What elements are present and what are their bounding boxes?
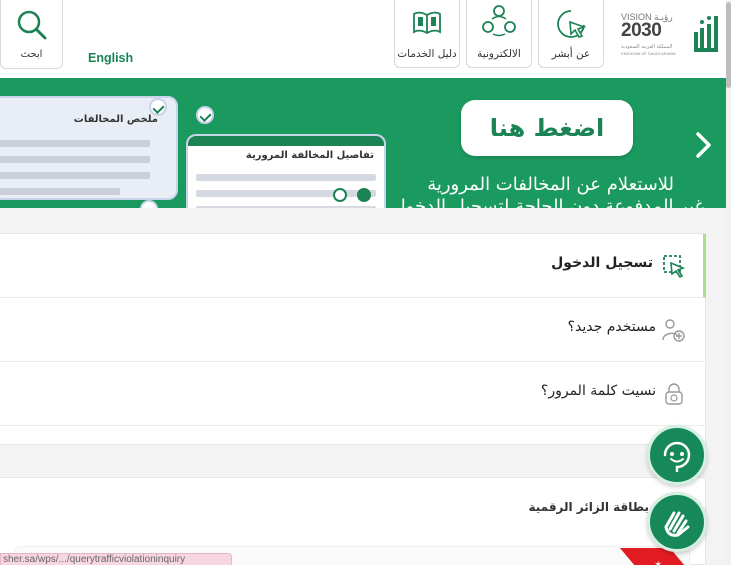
check-icon xyxy=(196,106,214,124)
check-icon xyxy=(140,200,158,208)
vision-logo-line3: المملكة العربية السعودية xyxy=(621,44,673,50)
lock-icon xyxy=(665,383,683,405)
vision-logo-line2: 2030 xyxy=(621,20,662,41)
nav-about-absher-label: عن أبشر xyxy=(551,48,591,60)
card-b-row xyxy=(196,190,376,197)
banner-headline-line2: غير المدفوعة دون الحاجة لتسجيل الدخول xyxy=(392,196,704,208)
site-header: ابحث English دليل الخدمات الالكترونية عن… xyxy=(0,0,731,78)
check-icon xyxy=(149,98,167,116)
card-a-row xyxy=(0,156,150,163)
vision-logo-line4: KINGDOM OF SAUDI ARABIA xyxy=(621,51,676,56)
card-b-title: تفاصيل المخالفة المرورية xyxy=(245,150,374,161)
language-switch-link[interactable]: English xyxy=(88,51,133,65)
login-item-signin-label: تسجيل الدخول xyxy=(551,255,653,271)
search-button[interactable]: ابحث xyxy=(0,0,63,69)
sign-language-icon xyxy=(664,511,690,537)
card-b-row xyxy=(196,206,376,208)
login-item-forgot-password[interactable]: نسيت كلمة المرور؟ xyxy=(0,362,706,426)
banner-headline-line1: للاستعلام عن المخالفات المرورية xyxy=(427,174,674,195)
login-item-signin[interactable]: تسجيل الدخول xyxy=(0,234,706,298)
sign-language-button[interactable] xyxy=(647,492,707,552)
chat-support-button[interactable] xyxy=(647,425,707,485)
scrollbar-thumb[interactable] xyxy=(726,2,731,88)
promo-banner: ملخص المخالفات تفاصيل المخالفة المرورية … xyxy=(0,78,726,208)
card-a-row xyxy=(0,140,150,147)
login-item-new-user-label: مستخدم جديد؟ xyxy=(567,319,656,335)
login-options-panel: تسجيل الدخول مستخدم جديد؟ نسيت كلمة المر… xyxy=(0,233,706,445)
status-bar-url: sher.sa/wps/.../querytrafficviolationinq… xyxy=(0,553,232,565)
new-user-icon xyxy=(662,319,685,342)
card-b-row xyxy=(196,174,376,181)
login-item-forgot-password-label: نسيت كلمة المرور؟ xyxy=(540,383,656,399)
nav-services-guide[interactable]: دليل الخدمات xyxy=(394,0,460,68)
card-a-row xyxy=(0,172,150,179)
card-a-row xyxy=(0,188,120,195)
click-here-button[interactable]: اضغط هنا xyxy=(461,100,633,156)
digital-visitor-card-title: بطاقة الزائر الرقمية xyxy=(528,500,649,514)
book-icon xyxy=(413,11,441,35)
login-item-new-user[interactable]: مستخدم جديد؟ xyxy=(0,298,706,362)
login-cursor-icon xyxy=(663,255,686,278)
vision-2030-logo: VISION رؤيـة 2030 المملكة العربية السعود… xyxy=(621,12,681,56)
cursor-pointer-icon xyxy=(557,10,587,38)
carousel-dot[interactable] xyxy=(333,188,347,202)
ribbon-star-icon: ✶ xyxy=(654,560,662,565)
chat-support-icon xyxy=(663,441,691,472)
nav-services-guide-label: دليل الخدمات xyxy=(397,48,457,60)
search-label: ابحث xyxy=(20,49,43,60)
chevron-right-icon[interactable] xyxy=(690,130,716,160)
nav-e-services[interactable]: الالكترونية xyxy=(466,0,532,68)
card-b-topbar xyxy=(188,136,384,146)
share-network-icon xyxy=(482,5,516,37)
digital-visitor-card-panel: بطاقة الزائر الرقمية ✶ xyxy=(0,477,706,565)
page-scrollbar[interactable] xyxy=(726,0,731,565)
card-a-title: ملخص المخالفات xyxy=(73,114,158,125)
nav-e-services-label: الالكترونية xyxy=(477,48,521,60)
search-icon xyxy=(17,10,47,40)
carousel-dot-active[interactable] xyxy=(357,188,371,202)
nav-about-absher[interactable]: عن أبشر xyxy=(538,0,604,68)
absher-logo xyxy=(694,16,718,52)
violation-details-card-illustration: تفاصيل المخالفة المرورية xyxy=(186,134,386,208)
